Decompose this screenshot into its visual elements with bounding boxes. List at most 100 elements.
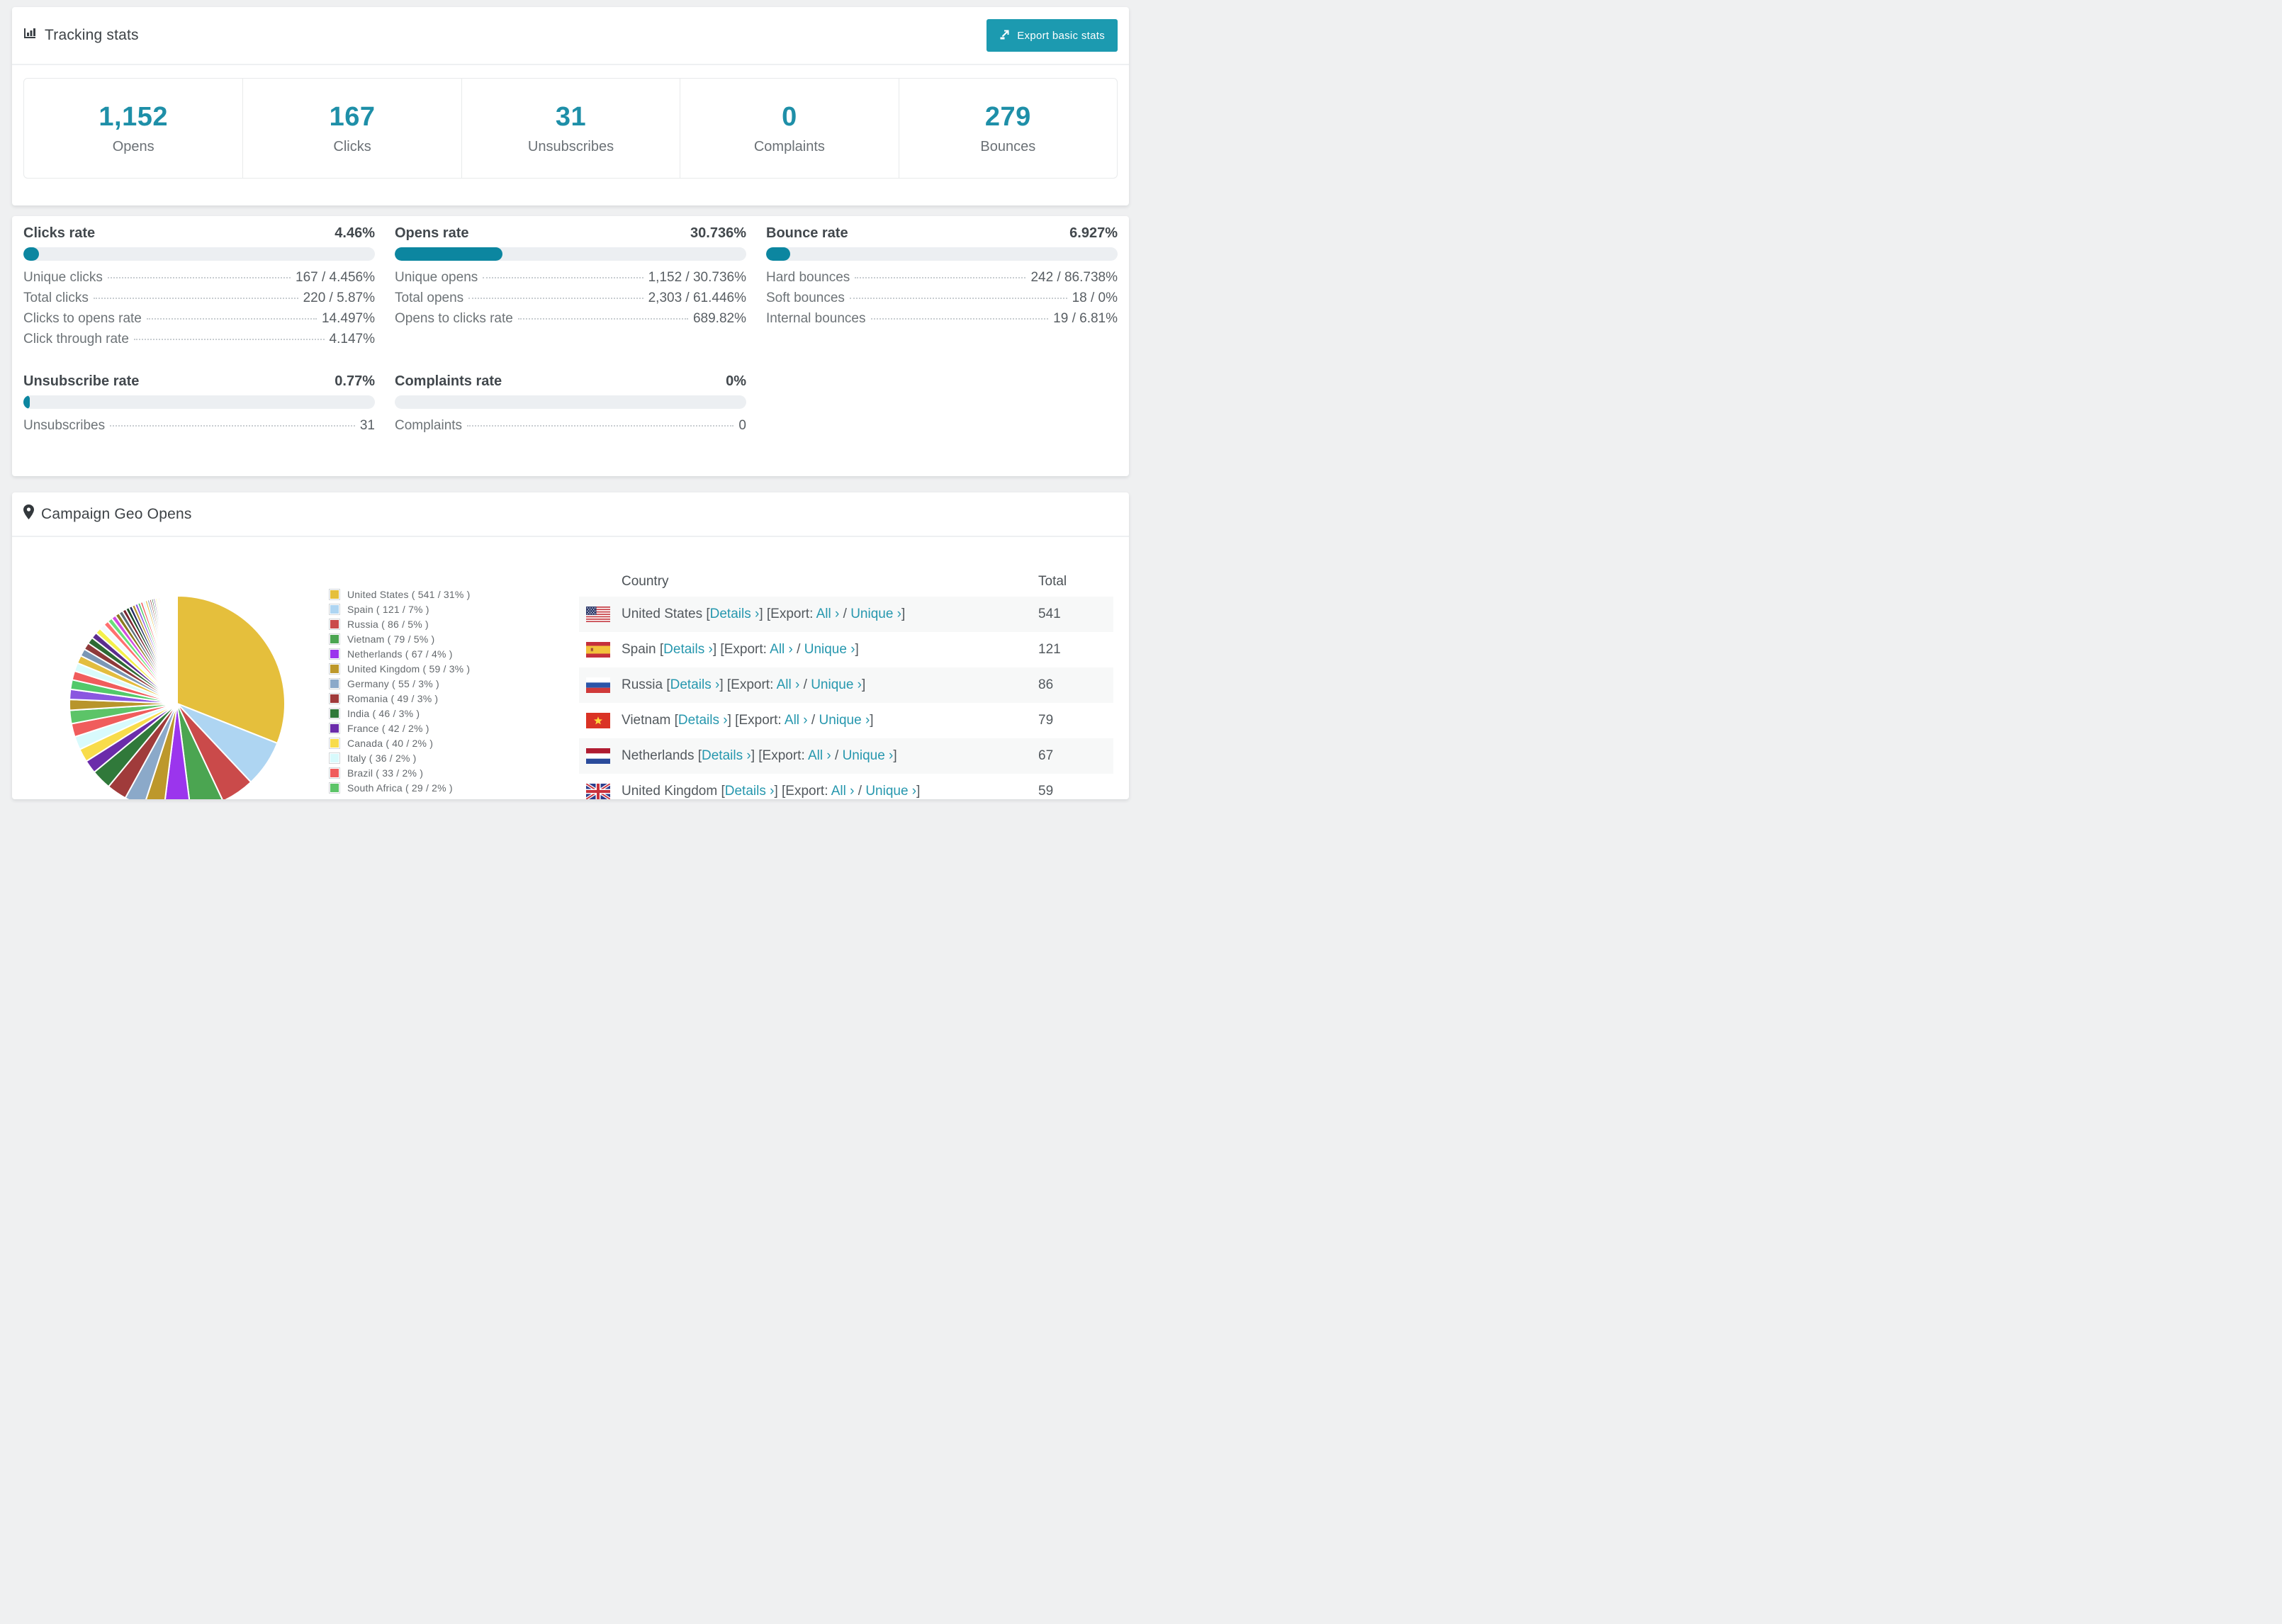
bounce-rate-value: 6.927% [1069, 225, 1118, 241]
export-all-link[interactable]: All › [808, 748, 831, 763]
total-value: 541 [1038, 607, 1061, 621]
stat-opens-label: Opens [112, 138, 154, 154]
bounce-rate-title: Bounce rate [766, 225, 848, 241]
legend-item: Canada ( 40 / 2% ) [329, 735, 471, 750]
metric-row: Opens to clicks rate 689.82% [395, 311, 746, 326]
stat-opens: 1,152 Opens [24, 79, 242, 178]
complaints-rate-progressbar [395, 395, 746, 409]
flag-netherlands-icon [586, 748, 610, 764]
legend-item: Germany ( 55 / 3% ) [329, 676, 471, 691]
metric-row: Total opens 2,303 / 61.446% [395, 291, 746, 305]
legend-swatch [329, 618, 340, 630]
stat-clicks-label: Clicks [333, 138, 371, 154]
export-unique-link[interactable]: Unique › [843, 748, 894, 763]
geo-opens-pie-chart [69, 594, 286, 799]
table-row-russia: Russia [Details ›] [Export: All › / Uniq… [579, 667, 1113, 703]
stat-complaints-value: 0 [782, 101, 797, 132]
stat-complaints-label: Complaints [753, 138, 825, 154]
details-link[interactable]: Details › [678, 713, 728, 728]
table-row-netherlands: Netherlands [Details ›] [Export: All › /… [579, 738, 1113, 774]
legend-swatch [329, 737, 340, 749]
export-unique-link[interactable]: Unique › [804, 642, 855, 657]
metric-row: Clicks to opens rate 14.497% [23, 311, 375, 326]
export-all-link[interactable]: All › [770, 642, 793, 657]
stat-bounces-label: Bounces [980, 138, 1036, 154]
metric-row: Total clicks 220 / 5.87% [23, 291, 375, 305]
table-row-united-states: United States [Details ›] [Export: All ›… [579, 597, 1113, 632]
legend-item: United States ( 541 / 31% ) [329, 587, 471, 602]
legend-swatch [329, 603, 340, 615]
stat-clicks: 167 Clicks [242, 79, 461, 178]
metric-row: Unique clicks 167 / 4.456% [23, 270, 375, 285]
total-value: 121 [1038, 642, 1061, 657]
table-row-vietnam: Vietnam [Details ›] [Export: All › / Uni… [579, 703, 1113, 738]
tracking-stats-title: Tracking stats [23, 26, 139, 45]
legend-swatch [329, 752, 340, 764]
legend-swatch [329, 692, 340, 704]
export-all-link[interactable]: All › [777, 677, 800, 692]
unsubscribe-rate-section: Unsubscribe rate 0.77% Unsubscribes 31 [23, 373, 375, 439]
legend-swatch [329, 782, 340, 794]
export-all-link[interactable]: All › [831, 784, 855, 799]
legend-item: Romania ( 49 / 3% ) [329, 691, 471, 706]
opens-rate-title: Opens rate [395, 225, 469, 241]
export-basic-stats-button[interactable]: Export basic stats [987, 19, 1118, 52]
export-unique-link[interactable]: Unique › [811, 677, 862, 692]
stat-unsubscribes: 31 Unsubscribes [461, 79, 680, 178]
map-pin-icon [23, 504, 34, 524]
flag-vietnam-icon [586, 713, 610, 728]
column-header-total: Total [1038, 574, 1067, 589]
legend-item: Russia ( 86 / 5% ) [329, 616, 471, 631]
unsubscribe-rate-value: 0.77% [335, 373, 375, 389]
details-link[interactable]: Details › [710, 607, 760, 621]
details-link[interactable]: Details › [725, 784, 775, 799]
campaign-geo-opens-panel: Campaign Geo Opens United States ( 541 /… [12, 492, 1129, 799]
stats-summary-strip: 1,152 Opens 167 Clicks 31 Unsubscribes 0… [23, 78, 1118, 179]
pie-legend: United States ( 541 / 31% ) Spain ( 121 … [329, 587, 471, 795]
stat-complaints: 0 Complaints [680, 79, 898, 178]
legend-swatch [329, 633, 340, 645]
metric-row: Internal bounces 19 / 6.81% [766, 311, 1118, 326]
legend-item: Brazil ( 33 / 2% ) [329, 765, 471, 780]
geo-table-header: Country Total [579, 565, 1113, 597]
opens-rate-progressbar [395, 247, 746, 261]
legend-swatch [329, 648, 340, 660]
legend-swatch [329, 767, 340, 779]
tracking-stats-panel: Tracking stats Export basic stats 1,152 … [12, 7, 1129, 205]
details-link[interactable]: Details › [670, 677, 720, 692]
export-unique-link[interactable]: Unique › [850, 607, 901, 621]
export-unique-link[interactable]: Unique › [819, 713, 870, 728]
legend-swatch [329, 588, 340, 600]
details-link[interactable]: Details › [663, 642, 713, 657]
stat-clicks-value: 167 [329, 101, 376, 132]
details-link[interactable]: Details › [702, 748, 751, 763]
legend-item: South Africa ( 29 / 2% ) [329, 780, 471, 795]
complaints-rate-value: 0% [726, 373, 746, 389]
metric-row: Unique opens 1,152 / 30.736% [395, 270, 746, 285]
legend-item: Vietnam ( 79 / 5% ) [329, 631, 471, 646]
complaints-rate-section: Complaints rate 0% Complaints 0 [395, 373, 746, 439]
export-all-link[interactable]: All › [816, 607, 840, 621]
opens-rate-section: Opens rate 30.736% Unique opens 1,152 / 3… [395, 225, 746, 352]
geo-title: Campaign Geo Opens [23, 504, 192, 524]
bounce-rate-section: Bounce rate 6.927% Hard bounces 242 / 86.… [766, 225, 1118, 352]
clicks-rate-progressbar [23, 247, 375, 261]
legend-swatch [329, 677, 340, 689]
clicks-rate-title: Clicks rate [23, 225, 96, 241]
geo-header: Campaign Geo Opens [12, 492, 1129, 537]
total-value: 67 [1038, 748, 1054, 763]
export-all-link[interactable]: All › [785, 713, 808, 728]
stat-opens-value: 1,152 [99, 101, 168, 132]
flag-united-states-icon [586, 607, 610, 622]
stat-bounces: 279 Bounces [898, 79, 1117, 178]
metric-row: Unsubscribes 31 [23, 418, 375, 433]
unsubscribe-rate-title: Unsubscribe rate [23, 373, 140, 389]
legend-item: Italy ( 36 / 2% ) [329, 750, 471, 765]
export-unique-link[interactable]: Unique › [865, 784, 916, 799]
rates-panel: Clicks rate 4.46% Unique clicks 167 / 4.4… [12, 216, 1129, 476]
legend-item: India ( 46 / 3% ) [329, 706, 471, 721]
flag-russia-icon [586, 677, 610, 693]
legend-item: France ( 42 / 2% ) [329, 721, 471, 735]
legend-swatch [329, 662, 340, 675]
flag-spain-icon [586, 642, 610, 658]
